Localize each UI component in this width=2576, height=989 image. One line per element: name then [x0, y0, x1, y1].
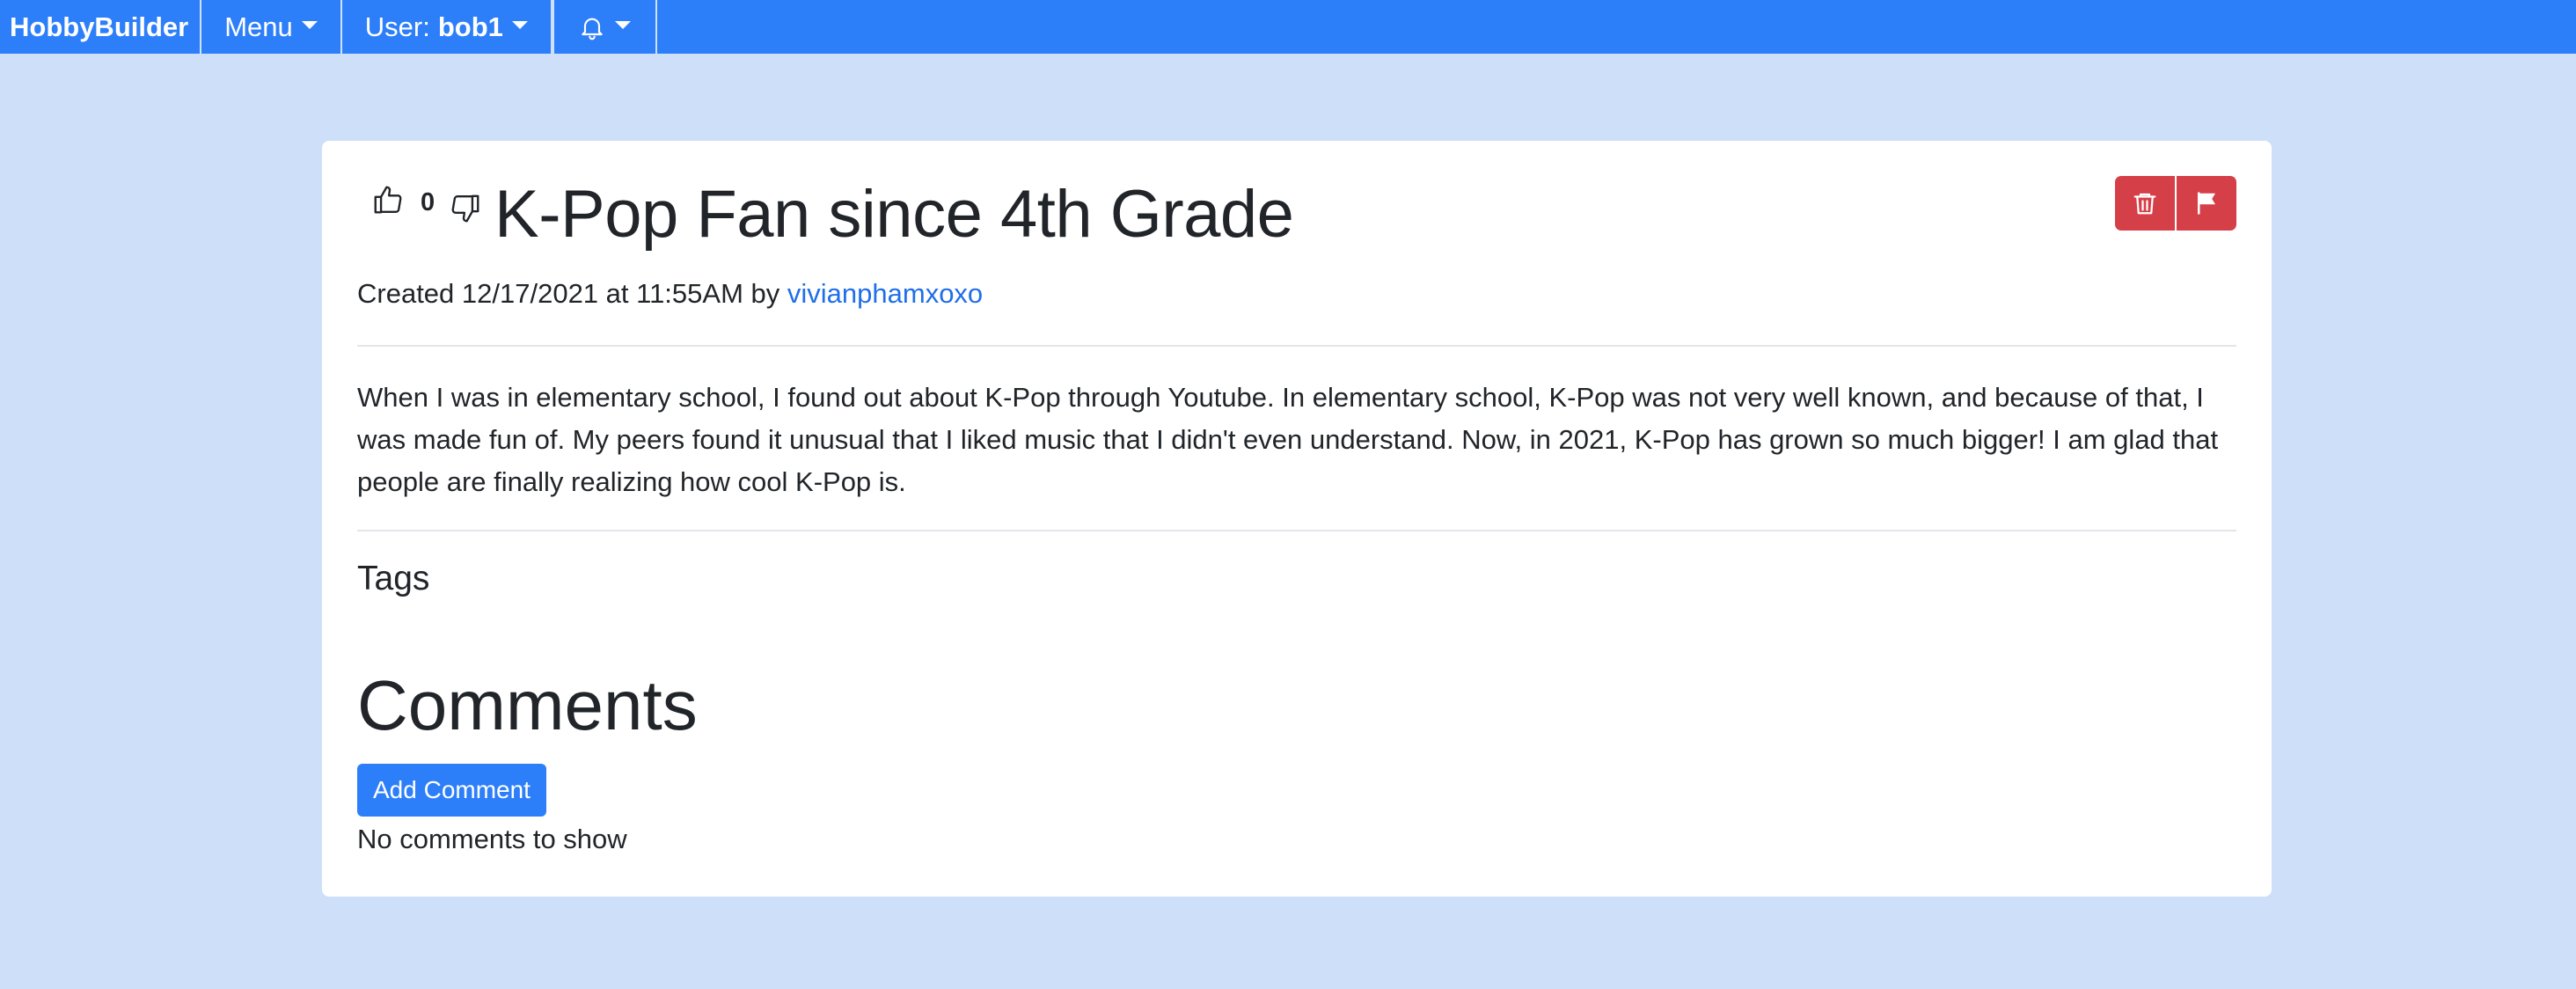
- author-link[interactable]: vivianphamxoxo: [787, 278, 983, 309]
- caret-down-icon: [511, 21, 528, 29]
- notifications-dropdown[interactable]: [552, 0, 657, 54]
- menu-label: Menu: [224, 11, 293, 42]
- created-text: Created 12/17/2021 at 11:55AM by: [357, 278, 780, 309]
- post-meta: Created 12/17/2021 at 11:55AM by vivianp…: [357, 278, 983, 310]
- user-dropdown[interactable]: User: bob1: [342, 0, 553, 54]
- comments-heading: Comments: [357, 666, 698, 744]
- vote-count: 0: [421, 188, 435, 216]
- menu-dropdown[interactable]: Menu: [201, 0, 342, 54]
- bell-icon: [582, 18, 603, 40]
- tags-heading: Tags: [357, 560, 430, 597]
- no-comments-text: No comments to show: [357, 824, 627, 854]
- post-body: When I was in elementary school, I found…: [357, 382, 2219, 497]
- flag-icon: [2198, 192, 2215, 215]
- brand-link[interactable]: HobbyBuilder: [0, 0, 202, 54]
- post-actions: [2115, 176, 2236, 231]
- post-title: K-Pop Fan since 4th Grade: [494, 177, 1294, 252]
- username: bob1: [437, 11, 503, 42]
- post-card: 0 K-Pop Fan since 4th Grade Created 12/1…: [322, 141, 2272, 897]
- caret-down-icon: [614, 21, 631, 29]
- report-button[interactable]: [2177, 176, 2236, 231]
- delete-button[interactable]: [2115, 176, 2175, 231]
- add-comment-button[interactable]: Add Comment: [357, 764, 546, 817]
- top-navbar: HobbyBuilder Menu User: bob1: [0, 0, 2576, 54]
- user-prefix: User:: [364, 11, 430, 42]
- divider: [357, 530, 2236, 531]
- divider: [357, 345, 2236, 347]
- trash-icon: [2133, 193, 2156, 215]
- thumbs-up-icon[interactable]: [371, 183, 405, 216]
- vote-widget: 0: [371, 183, 482, 225]
- caret-down-icon: [301, 21, 318, 29]
- thumbs-down-icon[interactable]: [449, 192, 482, 225]
